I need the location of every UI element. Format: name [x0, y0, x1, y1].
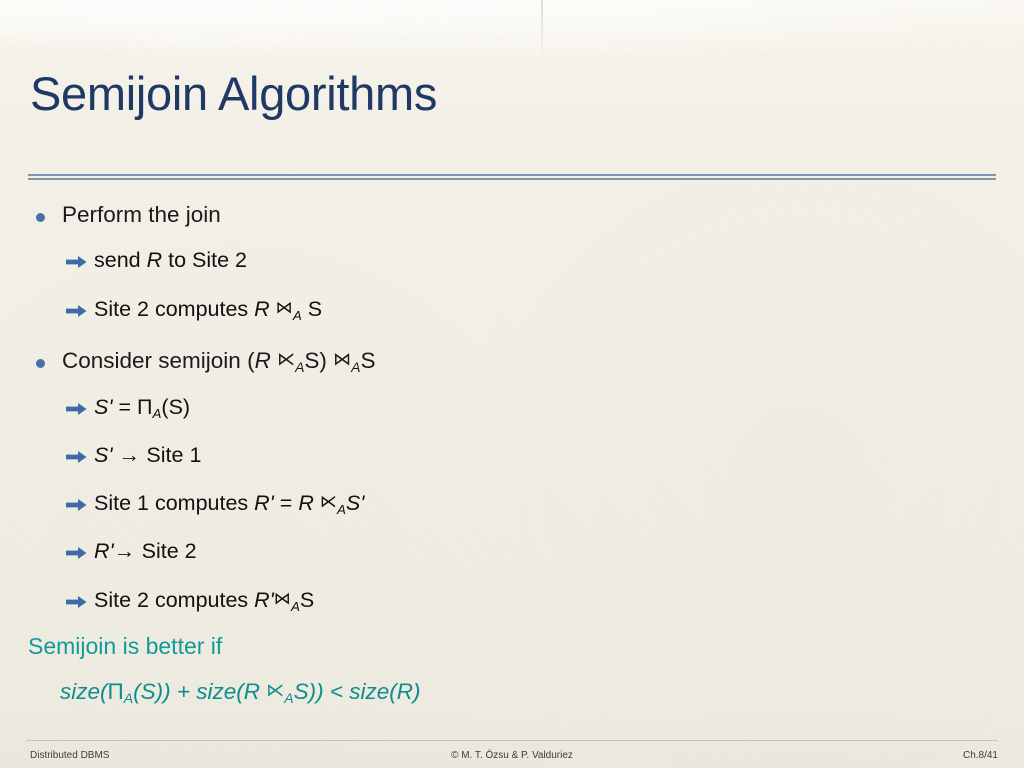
footer-page-number: Ch.8/41 — [962, 750, 998, 761]
bullet-label-perform-the-join: Perform the join — [62, 202, 221, 227]
slide-canvas: Semijoin Algorithms Perform the join sen… — [0, 0, 1024, 768]
arrow-right-marker-icon — [66, 450, 87, 469]
sub-bullet-site2-computes-join: Site 2 computes R ⋈A S — [66, 297, 323, 324]
less-than-sign: < — [329, 679, 343, 704]
projection-subscript-attribute: A — [152, 405, 162, 421]
semijoin-operator-icon: ⋉ — [277, 349, 296, 370]
relation-S: S — [293, 679, 309, 704]
arrow-right-marker-icon — [66, 498, 87, 517]
relation-R-prime: R' — [254, 588, 274, 612]
relation-R: R — [146, 248, 163, 272]
relation-R: R — [254, 297, 270, 321]
sub-bullet-sprime-equals-projection: S' = ΠA(S) — [66, 395, 191, 422]
conclusion-formula: size(ΠA(S)) + size(R ⋉AS)) < size(R) — [60, 679, 421, 707]
relation-S-prime: S' — [345, 491, 365, 515]
word-send: send — [94, 248, 141, 272]
join-operator-icon: ⋈ — [273, 588, 291, 609]
bullet-item-consider-semijoin: Consider semijoin (R ⋉AS) ⋈AS — [36, 348, 376, 376]
semijoin-operator-icon: ⋉ — [319, 491, 338, 512]
join-operator-icon: ⋈ — [275, 297, 293, 318]
sub-bullet-text: R'→ Site 2 — [94, 539, 197, 564]
sub-bullet-text: Site 1 computes R' = R ⋉AS' — [94, 491, 365, 518]
relation-S: S — [360, 348, 376, 373]
relation-R: R — [254, 348, 271, 373]
relation-S: S — [140, 679, 156, 704]
transfer-arrow-icon: → — [113, 539, 136, 563]
arrow-right-marker-icon — [66, 402, 87, 421]
footer-copyright: © M. T. Özsu & P. Valduriez — [451, 750, 573, 761]
relation-R: R — [298, 491, 314, 515]
bullet-label-consider-semijoin: Consider semijoin (R ⋉AS) ⋈AS — [62, 348, 376, 376]
semijoin-subscript-attribute: A — [284, 690, 294, 707]
relation-S: S — [307, 297, 323, 321]
arrow-right-marker-icon — [66, 255, 87, 274]
relation-R: R — [243, 679, 260, 704]
join-subscript-attribute: A — [290, 598, 300, 614]
relation-S-prime: S' — [94, 443, 113, 467]
equals-sign: = — [118, 395, 131, 419]
bullet-item-perform-the-join: Perform the join — [36, 202, 221, 228]
page-title: Semijoin Algorithms — [30, 67, 438, 120]
sub-bullet-site1-computes-rprime: Site 1 computes R' = R ⋉AS' — [66, 491, 365, 518]
size-function: size — [349, 679, 390, 704]
phrase-site-2-computes: Site 2 computes — [94, 588, 249, 612]
equals-sign: = — [279, 491, 293, 515]
sub-bullet-text: S' = ΠA(S) — [94, 395, 191, 421]
sub-bullet-sprime-to-site-1: S' → Site 1 — [66, 443, 202, 469]
phrase-site-1-computes: Site 1 computes — [94, 491, 249, 515]
join-operator-icon: ⋈ — [333, 349, 352, 370]
phrase-to-site-2: to Site 2 — [168, 248, 248, 272]
paper-crease — [541, 0, 543, 62]
site-1-label: Site 1 — [146, 443, 202, 467]
relation-R-prime: R' — [254, 491, 274, 515]
semijoin-subscript-attribute: A — [337, 501, 346, 517]
projection-operator-icon: Π — [136, 395, 153, 419]
sub-bullet-rprime-to-site-2: R'→ Site 2 — [66, 539, 197, 565]
join-subscript-attribute: A — [292, 307, 302, 323]
footer-divider — [26, 740, 998, 741]
title-divider — [28, 174, 996, 180]
semijoin-subscript-attribute: A — [295, 359, 305, 376]
sub-bullet-text: S' → Site 1 — [94, 443, 202, 468]
site-2-label: Site 2 — [141, 539, 197, 563]
phrase-site-2-computes: Site 2 computes — [94, 297, 249, 321]
arrow-right-marker-icon — [66, 595, 87, 614]
phrase-consider-semijoin: Consider semijoin — [62, 348, 241, 373]
arrow-right-marker-icon — [66, 546, 87, 565]
sub-bullet-send-r-to-site-2: send R to Site 2 — [66, 248, 248, 274]
plus-sign: + — [176, 679, 190, 704]
relation-S-prime: S' — [94, 395, 113, 419]
divider-line-bottom — [28, 178, 996, 180]
bullet-dot-icon — [36, 213, 45, 222]
semijoin-operator-icon: ⋉ — [266, 680, 285, 701]
conclusion-heading: Semijoin is better if — [28, 633, 223, 659]
relation-S: S — [304, 348, 320, 373]
sub-bullet-text: Site 2 computes R'⋈AS — [94, 588, 315, 615]
arrow-right-marker-icon — [66, 304, 87, 323]
projection-subscript-attribute: A — [123, 690, 134, 707]
projection-operator-icon: Π — [107, 679, 124, 704]
relation-S: S — [299, 588, 315, 612]
relation-S: S — [168, 395, 183, 419]
bullet-dot-icon — [36, 359, 45, 368]
relation-R-prime: R' — [94, 539, 114, 563]
size-function: size — [60, 679, 101, 704]
sub-bullet-text: Site 2 computes R ⋈A S — [94, 297, 323, 324]
sub-bullet-text: send R to Site 2 — [94, 248, 248, 273]
size-function: size — [196, 679, 237, 704]
sub-bullet-site2-computes-final-join: Site 2 computes R'⋈AS — [66, 588, 315, 615]
transfer-arrow-icon: → — [118, 443, 141, 467]
relation-R: R — [396, 679, 413, 704]
